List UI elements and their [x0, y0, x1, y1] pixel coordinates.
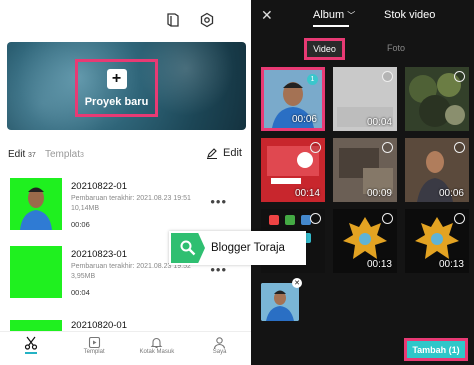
nav-template-label: Templat: [83, 349, 105, 355]
select-circle-icon[interactable]: [454, 142, 465, 153]
media-duration: 00:13: [438, 259, 464, 270]
album-underline: [313, 25, 349, 27]
media-tile[interactable]: 00:04: [333, 67, 397, 131]
media-picker-panel: ✕ Album ﹀ Stok video Video Foto 1 00:06 …: [251, 0, 474, 365]
picker-header: ✕ Album ﹀ Stok video: [251, 7, 474, 27]
select-circle-icon[interactable]: [382, 71, 393, 82]
media-tile[interactable]: 00:13: [405, 209, 469, 273]
nav-edit[interactable]: [6, 336, 56, 354]
select-circle-icon[interactable]: [382, 213, 393, 224]
media-duration: 00:06: [438, 188, 464, 199]
media-tile[interactable]: 00:09: [333, 138, 397, 202]
chevron-down-icon: ﹀: [347, 11, 356, 20]
remove-selected-icon[interactable]: ✕: [292, 278, 302, 288]
project-size: 3,95MB: [71, 273, 96, 280]
segment-video[interactable]: Video: [304, 38, 345, 60]
select-circle-icon[interactable]: [310, 142, 321, 153]
search-icon: [171, 233, 205, 263]
plus-icon: +: [106, 68, 127, 89]
project-name: 20210822-01: [71, 181, 127, 192]
tab-edit-count: 37: [28, 152, 36, 159]
tab-template-count: 3: [80, 152, 84, 159]
user-icon: [214, 337, 226, 349]
select-circle-icon[interactable]: [382, 142, 393, 153]
pencil-icon: [207, 148, 218, 159]
nav-inbox[interactable]: Kotak Masuk: [132, 336, 182, 355]
selected-media-thumbnail[interactable]: [261, 283, 299, 321]
project-name: 20210820-01: [71, 320, 127, 331]
media-duration: 00:09: [366, 188, 392, 199]
media-duration: 00:04: [366, 117, 392, 128]
media-tile[interactable]: 00:06: [405, 138, 469, 202]
project-item[interactable]: 20210822-01 Pembaruan terakhir: 2021.08.…: [10, 178, 245, 230]
tab-template-label: Templat: [45, 149, 81, 160]
more-options-icon[interactable]: •••: [210, 194, 227, 209]
project-updated: Pembaruan terakhir: 2021.08.23 19:51: [71, 195, 191, 202]
bottom-navigation: Templat Kotak Masuk Saya: [0, 331, 251, 365]
nav-inbox-label: Kotak Masuk: [139, 349, 175, 355]
media-tile[interactable]: [405, 67, 469, 131]
active-tab-indicator: [25, 352, 38, 354]
top-toolbar: [165, 12, 215, 28]
select-circle-icon[interactable]: [454, 71, 465, 82]
settings-icon[interactable]: [199, 12, 215, 28]
tab-stock-video[interactable]: Stok video: [384, 9, 435, 21]
media-duration: 00:14: [294, 188, 320, 199]
media-duration: 00:06: [291, 114, 317, 125]
select-circle-icon[interactable]: [454, 213, 465, 224]
media-tile[interactable]: 00:14: [261, 138, 325, 202]
tab-edit[interactable]: Edit 37: [8, 149, 36, 160]
edit-button[interactable]: Edit: [206, 147, 242, 159]
project-name: 20210823-01: [71, 249, 127, 260]
add-button[interactable]: Tambah (1): [404, 338, 468, 361]
watermark-text: Blogger Toraja: [211, 242, 285, 254]
edit-button-label: Edit: [223, 147, 242, 159]
project-thumbnail: [10, 246, 62, 298]
nav-profile-label: Saya: [212, 349, 227, 355]
nav-template[interactable]: Templat: [69, 336, 119, 355]
project-duration: 00:04: [71, 288, 90, 297]
tab-edit-label: Edit: [8, 149, 26, 160]
watermark-badge: Blogger Toraja: [169, 231, 306, 265]
select-circle-icon[interactable]: [310, 213, 321, 224]
close-icon[interactable]: ✕: [261, 7, 273, 24]
new-project-button[interactable]: + Proyek baru: [75, 59, 158, 117]
nav-profile[interactable]: Saya: [195, 336, 245, 355]
template-icon: [88, 336, 100, 349]
scissors-icon: [25, 336, 38, 350]
new-project-label: Proyek baru: [84, 95, 149, 108]
project-size: 10,14MB: [71, 205, 100, 212]
book-icon[interactable]: [165, 12, 181, 28]
new-project-banner[interactable]: + Proyek baru: [7, 42, 246, 130]
project-home-panel: + Proyek baru Edit 37 Templat3 Edit 2021…: [0, 0, 251, 365]
media-tile[interactable]: 00:13: [333, 209, 397, 273]
tab-album-label: Album: [313, 9, 345, 21]
bell-icon: [151, 337, 163, 349]
project-duration: 00:06: [71, 220, 90, 229]
media-duration: 00:13: [366, 259, 392, 270]
tab-template[interactable]: Templat3: [45, 149, 84, 160]
tab-album[interactable]: Album ﹀: [313, 9, 355, 21]
project-thumbnail: [10, 178, 62, 230]
media-tile[interactable]: 1 00:06: [261, 67, 325, 131]
segment-photo[interactable]: Foto: [387, 43, 405, 53]
selection-number-badge: 1: [307, 74, 318, 85]
